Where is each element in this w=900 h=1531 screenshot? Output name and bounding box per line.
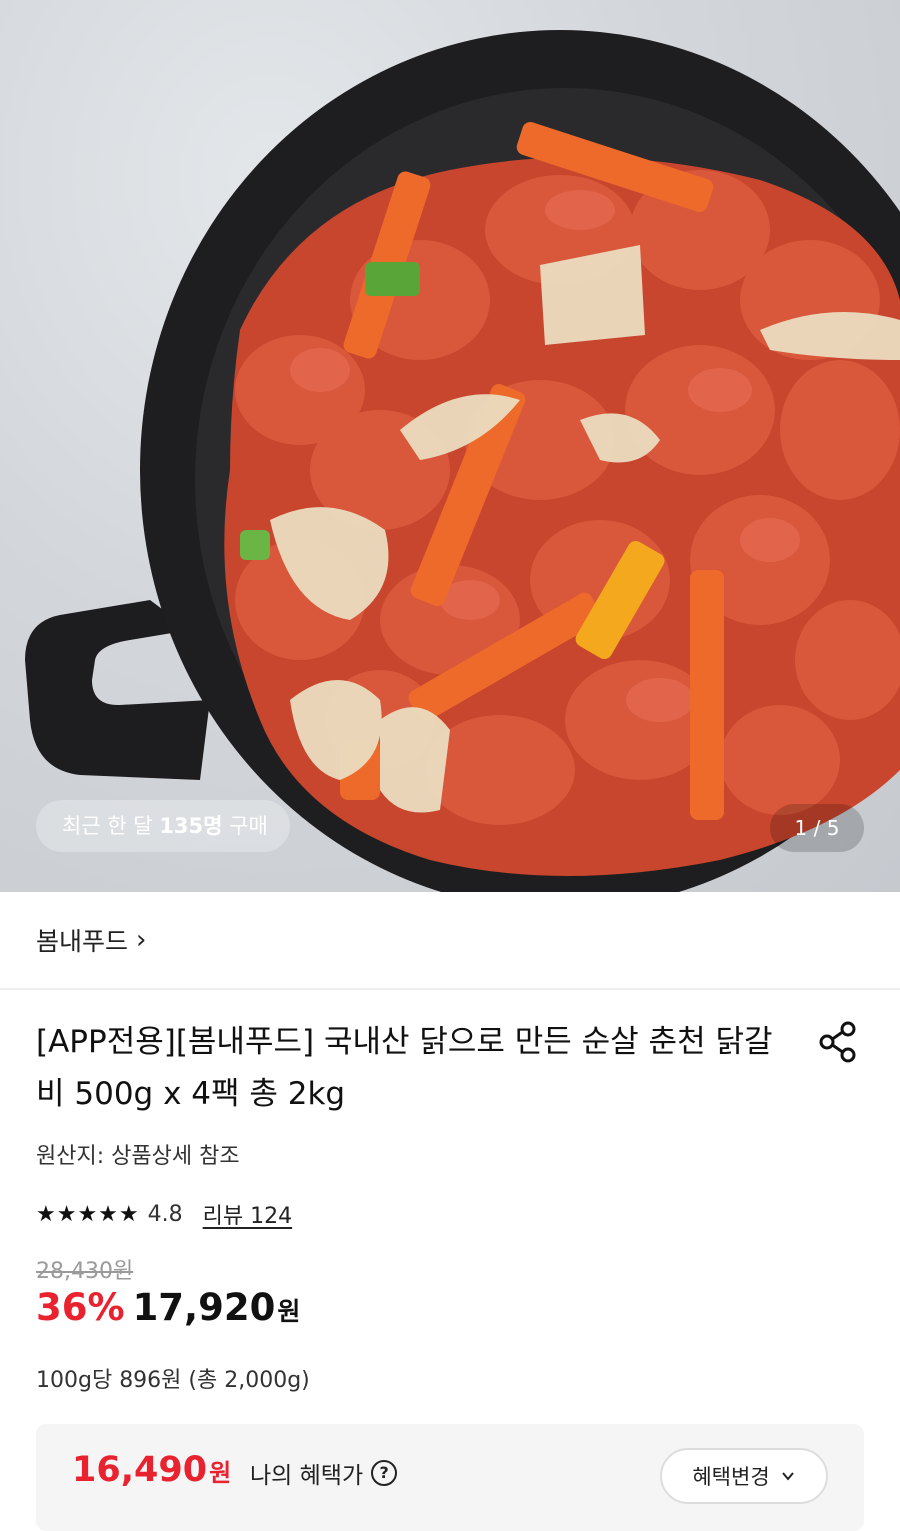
product-image-carousel[interactable]: 최근 한 달 135명 구매 1 / 5 bbox=[0, 0, 900, 892]
purchase-count: 135명 bbox=[159, 814, 223, 838]
star-icon: ★★★★★ bbox=[36, 1201, 140, 1227]
benefit-price: 16,490 원 bbox=[72, 1450, 231, 1490]
rating-score: 4.8 bbox=[147, 1201, 183, 1227]
share-icon bbox=[819, 1021, 856, 1063]
chevron-down-icon bbox=[781, 1472, 794, 1481]
rating-row: ★★★★★ 4.8 리뷰 124 bbox=[36, 1196, 292, 1232]
chevron-right-icon: › bbox=[136, 925, 147, 955]
change-benefit-button[interactable]: 혜택변경 bbox=[660, 1448, 828, 1504]
share-button[interactable] bbox=[814, 1018, 862, 1066]
help-icon[interactable]: ? bbox=[371, 1460, 398, 1486]
benefit-label: 나의 혜택가 bbox=[250, 1463, 364, 1489]
original-price: 28,430원 bbox=[36, 1259, 134, 1284]
brand-link[interactable]: 봄내푸드 › bbox=[0, 892, 900, 990]
sale-price: 17,920 bbox=[132, 1286, 276, 1329]
change-benefit-label: 혜택변경 bbox=[692, 1465, 770, 1489]
benefit-label-row: 나의 혜택가 ? bbox=[250, 1456, 398, 1490]
product-photo bbox=[25, 30, 900, 892]
unit-price: 100g당 896원 (총 2,000g) bbox=[36, 1368, 310, 1393]
benefit-price-unit: 원 bbox=[209, 1459, 232, 1487]
price-unit: 원 bbox=[277, 1297, 301, 1326]
recent-purchase-badge: 최근 한 달 135명 구매 bbox=[36, 800, 290, 852]
benefit-price-value: 16,490 bbox=[72, 1450, 208, 1490]
sale-price-row: 36% 17,920 원 bbox=[36, 1286, 300, 1329]
purchase-suffix: 구매 bbox=[222, 814, 268, 838]
benefit-box: 16,490 원 나의 혜택가 ? 혜택변경 bbox=[36, 1424, 864, 1531]
image-counter: 1 / 5 bbox=[770, 804, 864, 852]
origin-info: 원산지: 상품상세 참조 bbox=[36, 1144, 240, 1169]
discount-rate: 36% bbox=[36, 1286, 125, 1329]
brand-name: 봄내푸드 bbox=[36, 927, 129, 956]
review-link[interactable]: 리뷰 124 bbox=[203, 1198, 292, 1230]
product-title: [APP전용][봄내푸드] 국내산 닭으로 만든 순살 춘천 닭갈비 500g … bbox=[36, 1024, 773, 1112]
purchase-prefix: 최근 한 달 bbox=[62, 814, 160, 838]
